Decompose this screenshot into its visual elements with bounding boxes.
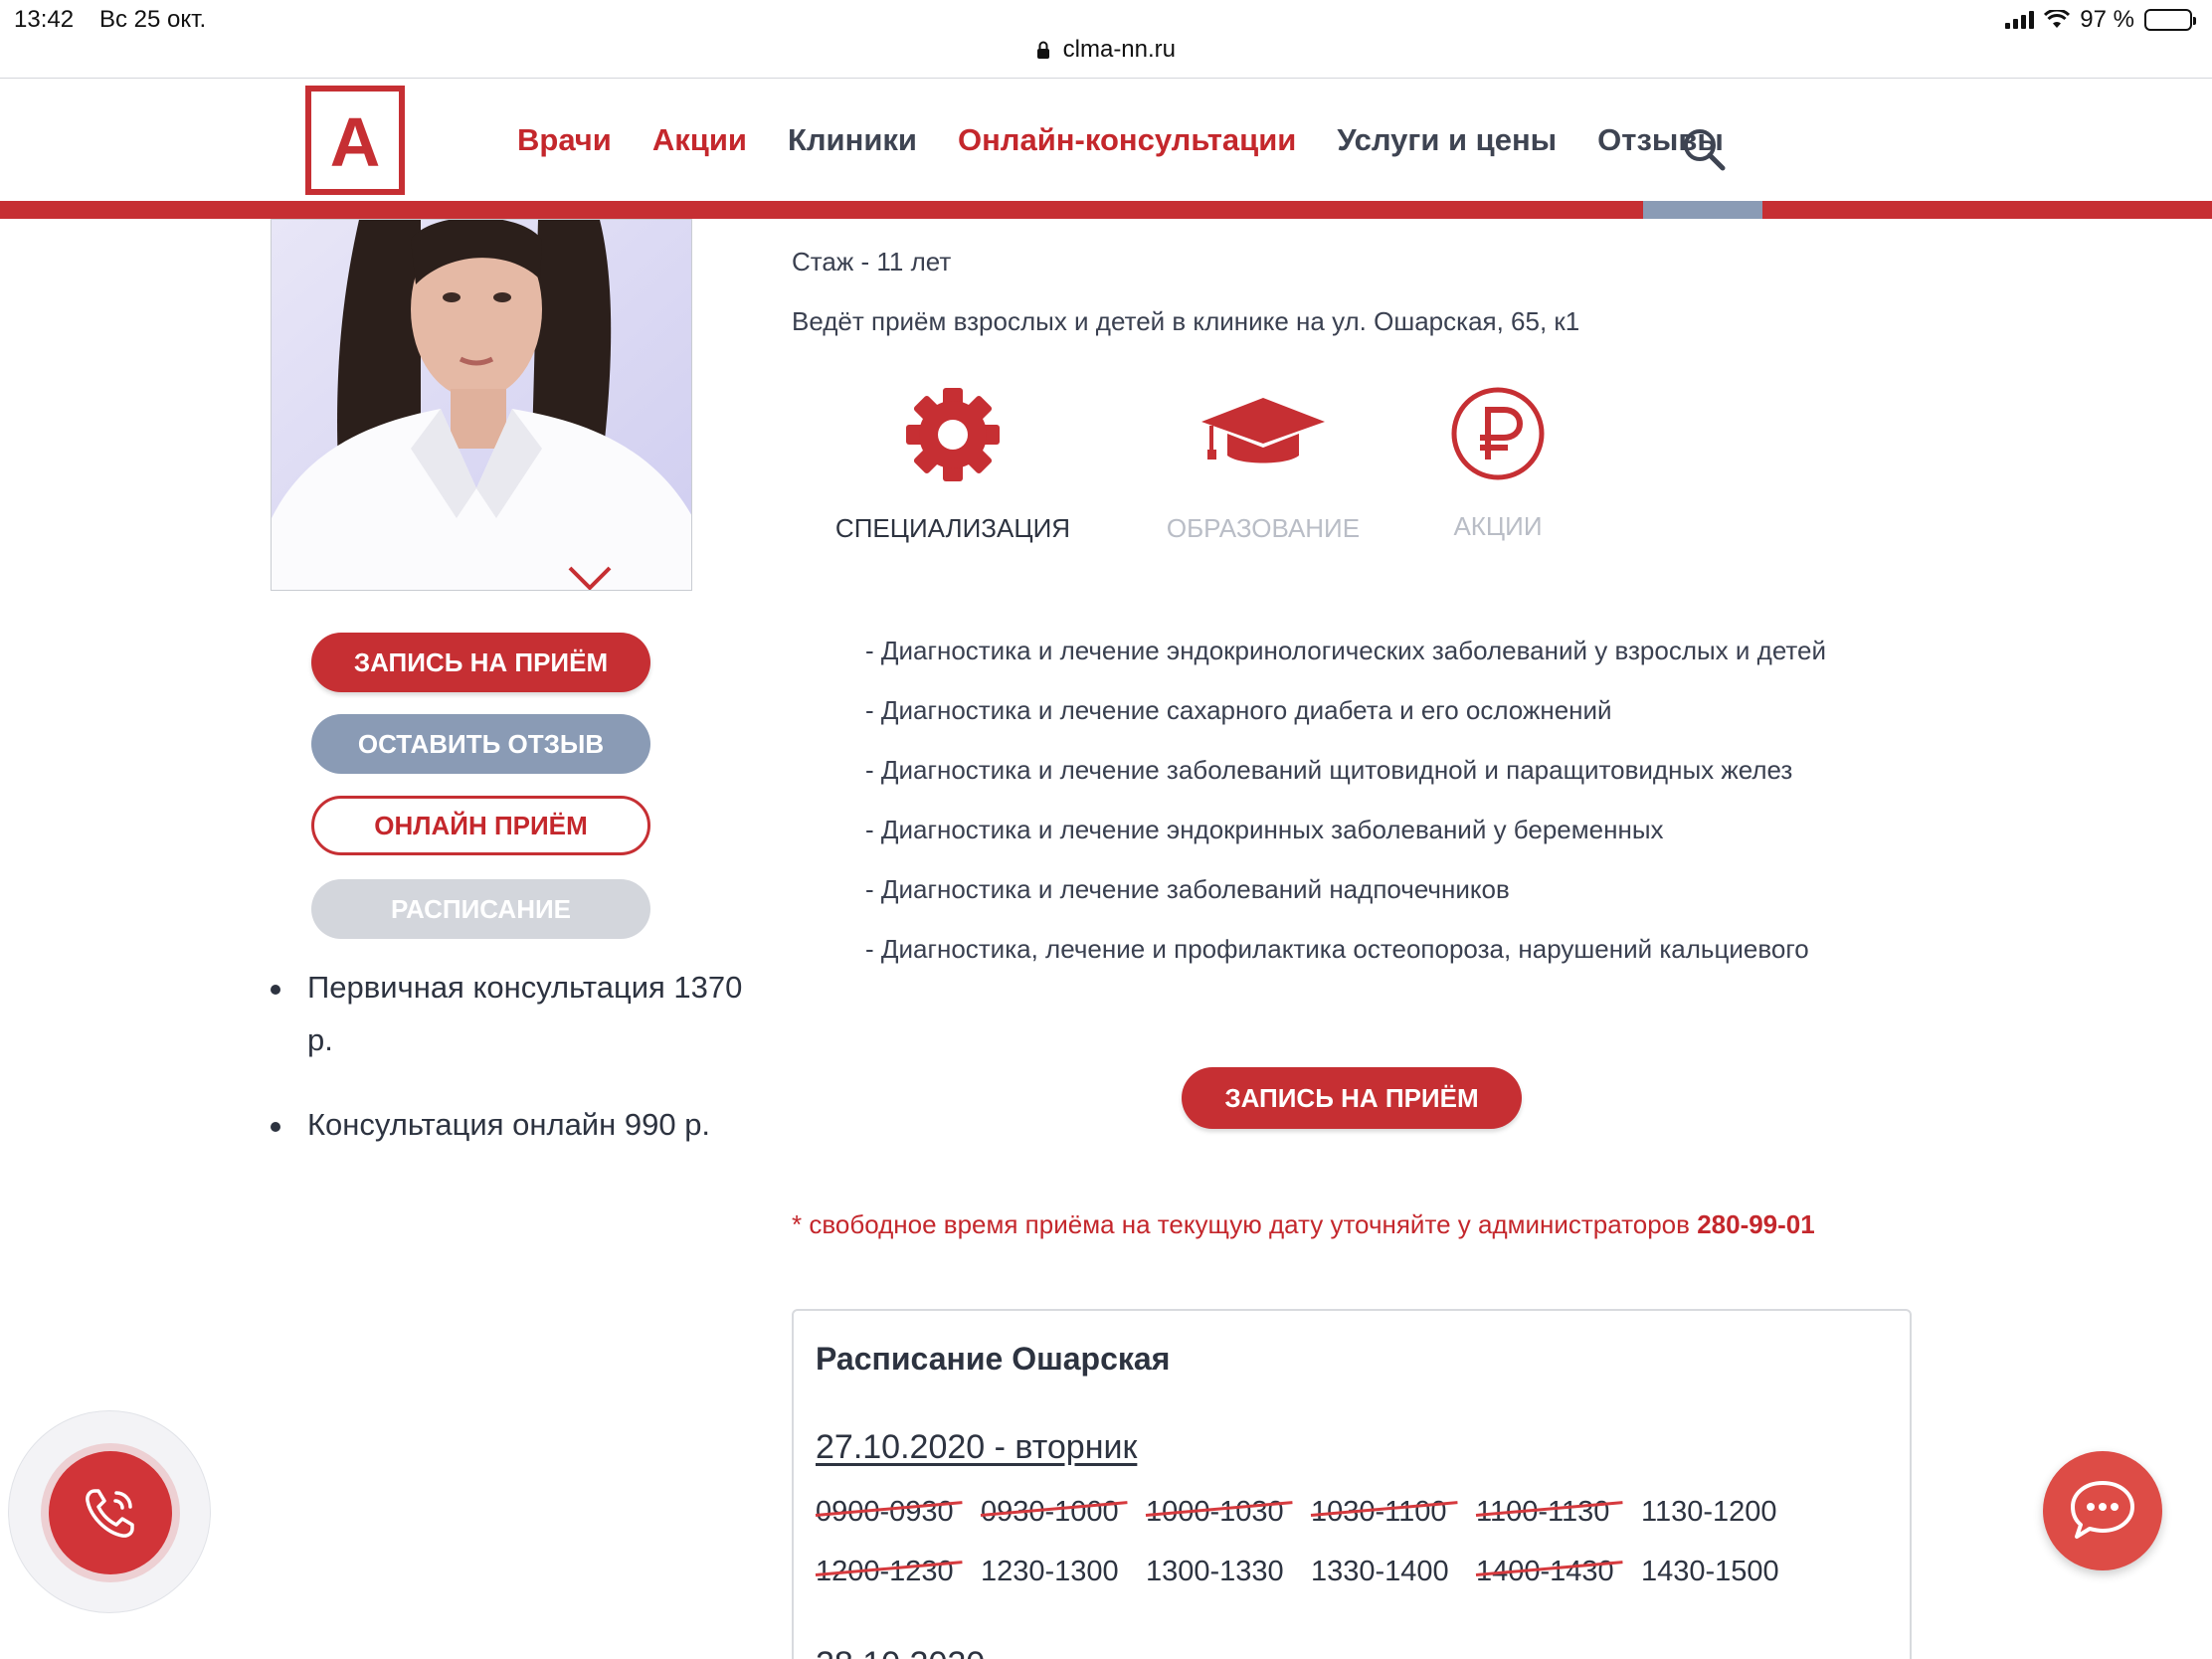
lock-icon	[1036, 41, 1049, 59]
doctor-photo	[271, 219, 692, 591]
book-appointment-button[interactable]: Запись на приём	[311, 633, 650, 692]
search-tab-indicator	[1643, 201, 1762, 219]
graduation-cap-icon	[1201, 398, 1325, 463]
schedule-card: Расписание Ошарская 27.10.2020 - вторник…	[792, 1309, 1912, 1659]
doctor-experience: Стаж - 11 лет	[792, 247, 952, 276]
main-nav: Врачи Акции Клиники Онлайн-консультации …	[517, 122, 1764, 158]
status-time: 13:42	[14, 6, 75, 33]
price-list: Первичная консультация 1370 р. Консульта…	[271, 961, 748, 1183]
time-slot[interactable]: 0900-0930	[816, 1496, 981, 1529]
site-logo[interactable]: А	[304, 85, 406, 196]
search-icon[interactable]	[1681, 126, 1727, 172]
phone-icon[interactable]	[49, 1451, 172, 1574]
tab-education[interactable]: ОБРАЗОВАНИЕ	[1136, 394, 1390, 544]
time-slot[interactable]: 1230-1300	[981, 1556, 1146, 1588]
price-item: Консультация онлайн 990 р.	[271, 1098, 748, 1151]
time-slot[interactable]: 1130-1200	[1641, 1496, 1806, 1529]
specialization-list: - Диагностика и лечение эндокринологичес…	[865, 631, 1920, 989]
doctor-clinic-info: Ведёт приём взрослых и детей в клинике н…	[792, 306, 1580, 336]
time-slot[interactable]: 1330-1400	[1311, 1556, 1476, 1588]
slot-row: 0900-0930 0930-1000 1000-1030 1030-1100 …	[816, 1496, 1910, 1529]
schedule-next-day[interactable]: 28.10.2020	[816, 1645, 985, 1659]
nav-services-prices[interactable]: Услуги и цены	[1337, 122, 1557, 158]
status-date: Вс 25 окт.	[99, 6, 207, 33]
list-item: - Диагностика и лечение заболеваний надп…	[865, 874, 1510, 904]
wifi-icon	[2044, 10, 2071, 28]
admin-phone[interactable]: 280-99-01	[1697, 1209, 1815, 1239]
note-text: * свободное время приёма на текущую дату…	[792, 1209, 1698, 1239]
list-item: - Диагностика и лечение эндокринологичес…	[865, 636, 1827, 665]
time-slot[interactable]: 0930-1000	[981, 1496, 1146, 1529]
chat-icon[interactable]	[2043, 1451, 2162, 1570]
battery-icon	[2144, 9, 2196, 31]
time-slot[interactable]: 1300-1330	[1146, 1556, 1311, 1588]
schedule-button[interactable]: Расписание	[311, 879, 650, 939]
price-item: Первичная консультация 1370 р.	[271, 961, 748, 1066]
list-item: - Диагностика и лечение эндокринных забо…	[865, 815, 1664, 844]
tab-label: ОБРАЗОВАНИЕ	[1166, 513, 1361, 543]
nav-promotions[interactable]: Акции	[652, 122, 747, 158]
site-header: А Врачи Акции Клиники Онлайн-консультаци…	[0, 78, 2212, 203]
time-slot[interactable]: 1200-1230	[816, 1556, 981, 1588]
schedule-day-link[interactable]: 27.10.2020 - вторник	[816, 1428, 1137, 1467]
time-slot[interactable]: 1430-1500	[1641, 1556, 1806, 1588]
logo-letter: А	[330, 103, 381, 181]
nav-online-consultations[interactable]: Онлайн-консультации	[958, 122, 1296, 158]
address-bar[interactable]: clma-nn.ru	[0, 36, 2212, 76]
signal-icon	[2005, 11, 2035, 29]
status-bar: 13:42 Вс 25 окт. 97 %	[0, 0, 2212, 40]
time-slot[interactable]: 1000-1030	[1146, 1496, 1311, 1529]
nav-clinics[interactable]: Клиники	[788, 122, 917, 158]
nav-doctors[interactable]: Врачи	[517, 122, 612, 158]
time-slot[interactable]: 1400-1430	[1476, 1556, 1641, 1588]
list-item: - Диагностика, лечение и профилактика ос…	[865, 934, 1809, 964]
battery-percent: 97 %	[2080, 6, 2134, 33]
status-indicators: 97 %	[2005, 6, 2196, 34]
tab-specialization[interactable]: СПЕЦИАЛИЗАЦИЯ	[818, 386, 1088, 544]
tab-promotions[interactable]: АКЦИИ	[1418, 386, 1577, 542]
url-text: clma-nn.ru	[1062, 36, 1177, 63]
gear-icon	[906, 388, 1000, 481]
header-accent-bar	[0, 201, 2212, 219]
online-appointment-button[interactable]: Онлайн приём	[311, 796, 650, 855]
availability-note: * свободное время приёма на текущую дату…	[792, 1209, 1815, 1240]
schedule-title: Расписание Ошарская	[816, 1341, 1171, 1377]
tab-label: АКЦИИ	[1453, 511, 1543, 541]
time-slot[interactable]: 1030-1100	[1311, 1496, 1476, 1529]
ruble-icon	[1451, 387, 1545, 480]
book-appointment-button-secondary[interactable]: Запись на приём	[1182, 1067, 1522, 1129]
list-item: - Диагностика и лечение сахарного диабет…	[865, 695, 1612, 725]
tab-label: СПЕЦИАЛИЗАЦИЯ	[834, 513, 1071, 543]
slot-row: 1200-1230 1230-1300 1300-1330 1330-1400 …	[816, 1556, 1910, 1588]
callback-widget	[8, 1410, 211, 1613]
time-slot[interactable]: 1100-1130	[1476, 1496, 1641, 1529]
list-item: - Диагностика и лечение заболеваний щито…	[865, 755, 1793, 785]
leave-review-button[interactable]: Оставить отзыв	[311, 714, 650, 774]
